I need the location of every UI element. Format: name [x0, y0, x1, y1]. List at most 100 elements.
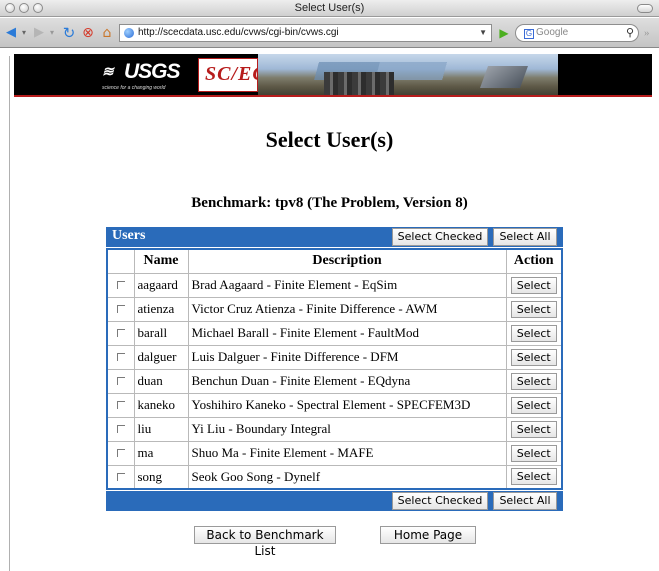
select-all-button-top[interactable]: Select All [493, 228, 557, 246]
go-arrow-icon[interactable]: ▶ [494, 24, 514, 42]
user-description: Shuo Ma - Finite Element - MAFE [187, 440, 507, 466]
scec-logo[interactable]: SC/EC [198, 58, 266, 92]
table-row: liu Yi Liu - Boundary Integral Select [106, 416, 563, 442]
user-description: Seok Goo Song - Dynelf [187, 464, 507, 490]
search-magnifier-icon[interactable]: ⚲ [622, 24, 638, 42]
usgs-wave-icon: ≋ [102, 63, 114, 79]
row-action-cell: Select [505, 344, 563, 370]
user-name: liu [133, 416, 189, 442]
table-row: dalguer Luis Dalguer - Finite Difference … [106, 344, 563, 370]
users-bar-label: Users [112, 228, 146, 243]
row-checkbox[interactable] [116, 305, 125, 313]
select-user-button[interactable]: Select [510, 276, 557, 294]
site-banner: ≋ USGS science for a changing world SC/EC [14, 54, 652, 97]
back-to-benchmark-list-button[interactable]: Back to Benchmark List [194, 526, 336, 558]
select-user-button[interactable]: Select [510, 300, 557, 318]
user-description: Brad Aagaard - Finite Element - EqSim [187, 272, 507, 298]
row-checkbox[interactable] [116, 425, 125, 433]
row-checkbox[interactable] [116, 449, 125, 457]
user-description: Yoshihiro Kaneko - Spectral Element - SP… [187, 392, 507, 418]
table-row: duan Benchun Duan - Finite Element - EQdy… [106, 368, 563, 394]
user-name: kaneko [133, 392, 189, 418]
window-titlebar: Select User(s) [0, 0, 659, 17]
user-name: aagaard [133, 272, 189, 298]
row-action-cell: Select [505, 464, 563, 490]
address-text: http://scecdata.usc.edu/cvws/cgi-bin/cvw… [138, 27, 339, 38]
close-window-icon[interactable] [5, 3, 15, 13]
toolbar-toggle-icon[interactable] [637, 4, 653, 13]
user-name: dalguer [133, 344, 189, 370]
row-action-cell: Select [505, 368, 563, 394]
select-user-button[interactable]: Select [510, 444, 557, 462]
google-search-engine-icon[interactable]: G [524, 29, 534, 39]
reload-icon[interactable]: ↻ [60, 24, 78, 42]
select-user-button[interactable]: Select [510, 324, 557, 342]
usgs-logo[interactable]: ≋ USGS [102, 60, 181, 84]
site-globe-icon [124, 28, 134, 38]
select-user-button[interactable]: Select [510, 468, 557, 486]
users-header-bar: Users Select Checked Select All [106, 227, 563, 247]
forward-history-chevron-icon[interactable]: ▾ [48, 24, 56, 42]
row-checkbox[interactable] [116, 472, 125, 481]
row-checkbox-cell [106, 416, 135, 442]
col-header-action: Action [505, 248, 563, 274]
row-checkbox-cell [106, 272, 135, 298]
user-description: Yi Liu - Boundary Integral [187, 416, 507, 442]
back-arrow-icon[interactable]: ◀ [2, 24, 20, 42]
banner-instrument-image [479, 66, 529, 88]
minimize-window-icon[interactable] [19, 3, 29, 13]
usgs-tagline: science for a changing world [102, 85, 166, 91]
row-checkbox-cell [106, 464, 135, 490]
row-action-cell: Select [505, 320, 563, 346]
select-user-button[interactable]: Select [510, 420, 557, 438]
toolbar-overflow-icon[interactable]: » [644, 24, 656, 42]
row-checkbox-cell [106, 368, 135, 394]
table-row: ma Shuo Ma - Finite Element - MAFE Select [106, 440, 563, 466]
users-table: Name Description Action aagaard Brad Aaga… [106, 248, 563, 490]
home-icon[interactable]: ⌂ [98, 24, 116, 42]
users-footer-bar: Select Checked Select All [106, 491, 563, 511]
user-description: Victor Cruz Atienza - Finite Difference … [187, 296, 507, 322]
window-title: Select User(s) [294, 2, 365, 14]
row-checkbox[interactable] [116, 281, 125, 289]
row-checkbox[interactable] [116, 329, 125, 337]
select-all-button-bottom[interactable]: Select All [493, 492, 557, 510]
row-action-cell: Select [505, 392, 563, 418]
select-checked-button-top[interactable]: Select Checked [392, 228, 488, 246]
banner-city-image [324, 72, 394, 95]
user-name: ma [133, 440, 189, 466]
stop-icon[interactable]: ⊗ [80, 24, 96, 42]
row-action-cell: Select [505, 440, 563, 466]
benchmark-heading: Benchmark: tpv8 (The Problem, Version 8) [191, 195, 468, 211]
back-history-chevron-icon[interactable]: ▾ [20, 24, 28, 42]
row-checkbox-cell [106, 320, 135, 346]
col-header-name: Name [133, 248, 189, 274]
row-checkbox-cell [106, 392, 135, 418]
row-checkbox[interactable] [116, 353, 125, 361]
search-field[interactable]: G Google [515, 24, 639, 42]
browser-toolbar: ◀ ▾ ▶ ▾ ↻ ⊗ ⌂ http://scecdata.usc.edu/cv… [0, 18, 659, 48]
col-header-description: Description [187, 248, 507, 274]
row-checkbox[interactable] [116, 377, 125, 385]
search-placeholder: Google [536, 27, 569, 38]
table-row: kaneko Yoshihiro Kaneko - Spectral Elemen… [106, 392, 563, 418]
row-checkbox-cell [106, 440, 135, 466]
table-row: song Seok Goo Song - Dynelf Select [106, 464, 563, 490]
forward-arrow-icon[interactable]: ▶ [30, 24, 48, 42]
select-user-button[interactable]: Select [510, 396, 557, 414]
table-row: aagaard Brad Aagaard - Finite Element - E… [106, 272, 563, 298]
usgs-logo-text: USGS [124, 60, 181, 83]
row-checkbox[interactable] [116, 401, 125, 409]
user-description: Luis Dalguer - Finite Difference - DFM [187, 344, 507, 370]
home-page-button[interactable]: Home Page [380, 526, 476, 544]
address-dropdown-icon[interactable]: ▼ [479, 25, 487, 41]
col-header-checkbox [106, 248, 135, 274]
zoom-window-icon[interactable] [33, 3, 43, 13]
row-checkbox-cell [106, 296, 135, 322]
select-user-button[interactable]: Select [510, 348, 557, 366]
select-checked-button-bottom[interactable]: Select Checked [392, 492, 488, 510]
user-name: barall [133, 320, 189, 346]
page-title: Select User(s) [265, 127, 394, 152]
address-bar[interactable]: http://scecdata.usc.edu/cvws/cgi-bin/cvw… [119, 24, 492, 42]
select-user-button[interactable]: Select [510, 372, 557, 390]
